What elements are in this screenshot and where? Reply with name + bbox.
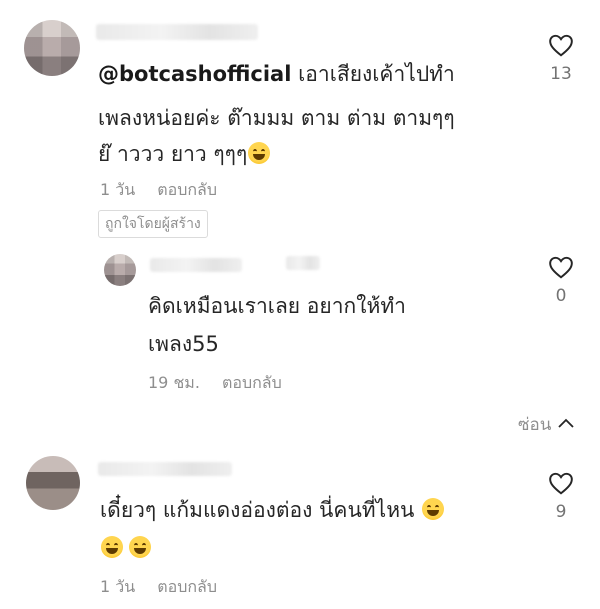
hide-replies-label: ซ่อน (518, 415, 552, 435)
comment-text: ย๊ าววว ยาว ๆๆๆ (98, 132, 271, 176)
comment-meta: 19 ชม. ตอบกลับ (148, 371, 304, 396)
heart-icon[interactable] (548, 255, 574, 279)
emoji-icon (101, 536, 123, 558)
comment-line: เดี๋ยวๆ แก้มแดงอ่องต่อง นี่คนที่ไหน (100, 498, 415, 522)
comment-text (100, 526, 151, 570)
mention-link[interactable]: @botcashofficial (98, 62, 291, 86)
heart-icon[interactable] (548, 33, 574, 57)
reply-button[interactable]: ตอบกลับ (222, 373, 282, 392)
blurred-username[interactable] (286, 256, 320, 270)
comment-text: เดี๋ยวๆ แก้มแดงอ่องต่อง นี่คนที่ไหน (100, 488, 445, 532)
comment-text: @botcashofficial เอาเสียงเค้าไปทำ (98, 52, 455, 96)
emoji-icon (129, 536, 151, 558)
hide-replies-button[interactable]: ซ่อน (518, 411, 575, 438)
comment-line: ย๊ าววว ยาว ๆๆๆ (98, 142, 248, 166)
comment-time: 1 วัน (100, 180, 136, 199)
chevron-up-icon (558, 418, 574, 428)
heart-icon[interactable] (548, 471, 574, 495)
comment-line: คิดเหมือนเราเลย อยากให้ทำ (148, 294, 406, 318)
reply-button[interactable]: ตอบกลับ (157, 180, 217, 199)
comment-line: เพลงหน่อยค่ะ ต๊ามมม ตาม ต่าม ตามๆๆ (98, 106, 455, 130)
emoji-icon (422, 498, 445, 520)
liked-by-creator-badge: ถูกใจโดยผู้สร้าง (98, 210, 208, 238)
like-count: 9 (555, 502, 567, 522)
avatar[interactable] (104, 254, 136, 286)
like-count: 0 (555, 286, 567, 306)
comment-text: เพลง55 (148, 322, 219, 366)
blurred-username[interactable] (96, 24, 258, 40)
comment-time: 19 ชม. (148, 373, 200, 392)
comment-time: 1 วัน (100, 577, 136, 596)
avatar[interactable] (26, 456, 80, 510)
comment-meta: 1 วัน ตอบกลับ (100, 575, 239, 600)
reply-button[interactable]: ตอบกลับ (157, 577, 217, 596)
comment-line: เอาเสียงเค้าไปทำ (291, 62, 455, 86)
comment-line: เพลง55 (148, 332, 219, 356)
emoji-icon (248, 142, 271, 164)
blurred-username[interactable] (150, 258, 242, 272)
blurred-username[interactable] (98, 462, 232, 476)
comment-meta: 1 วัน ตอบกลับ (100, 178, 239, 203)
like-count: 13 (550, 64, 572, 84)
avatar[interactable] (24, 20, 80, 76)
